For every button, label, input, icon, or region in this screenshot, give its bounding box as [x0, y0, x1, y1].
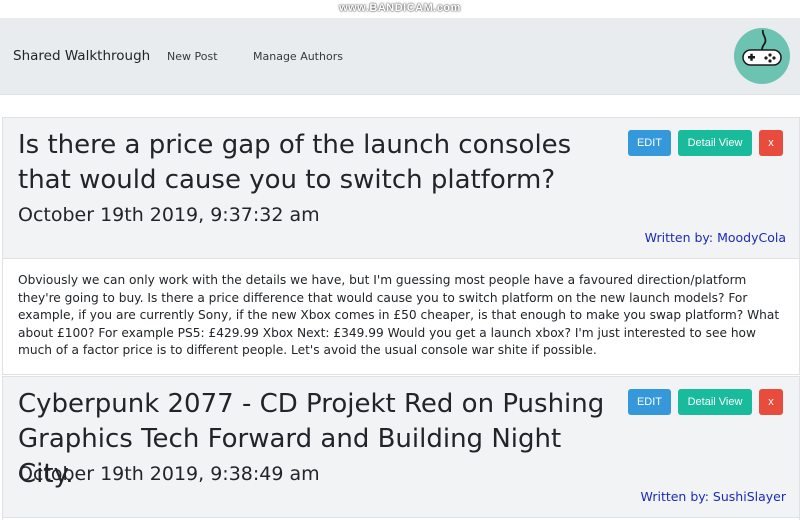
author-link[interactable]: Written by: MoodyCola: [645, 230, 786, 245]
post-title: Is there a price gap of the launch conso…: [18, 130, 572, 195]
author-link[interactable]: Written by: SushiSlayer: [641, 489, 786, 504]
detail-view-button[interactable]: Detail View: [678, 389, 752, 415]
nav-new-post[interactable]: New Post: [167, 50, 218, 63]
post-date: October 19th 2019, 9:37:32 am: [18, 204, 320, 226]
post-card: Is there a price gap of the launch conso…: [2, 117, 800, 375]
edit-button[interactable]: EDIT: [628, 130, 671, 156]
gamepad-icon[interactable]: [734, 28, 790, 84]
post-header: Is there a price gap of the launch conso…: [3, 118, 799, 259]
post-date: October 19th 2019, 9:38:49 am: [18, 463, 320, 485]
brand-link[interactable]: Shared Walkthrough: [13, 48, 150, 64]
nav-manage-authors[interactable]: Manage Authors: [253, 50, 343, 63]
post-header: Cyberpunk 2077 - CD Projekt Red on Pushi…: [3, 377, 799, 518]
edit-button[interactable]: EDIT: [628, 389, 671, 415]
delete-button[interactable]: x: [759, 389, 783, 415]
delete-button[interactable]: x: [759, 130, 783, 156]
bandicam-watermark: www.BANDICAM.com: [339, 2, 461, 14]
post-card: Cyberpunk 2077 - CD Projekt Red on Pushi…: [2, 376, 800, 520]
detail-view-button[interactable]: Detail View: [678, 130, 752, 156]
post-body: Obviously we can only work with the deta…: [18, 273, 780, 357]
top-navbar: Shared Walkthrough New Post Manage Autho…: [0, 18, 800, 95]
